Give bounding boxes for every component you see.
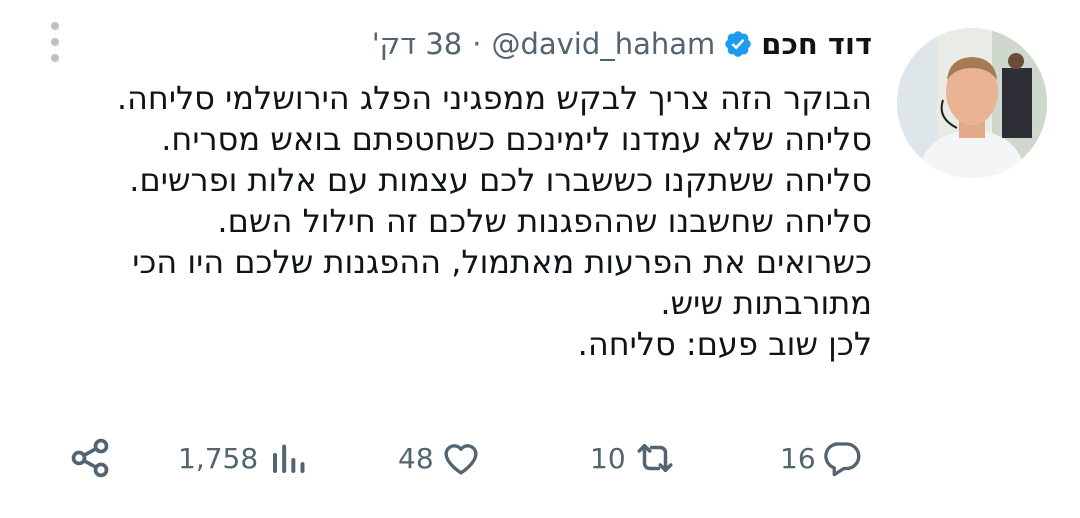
- avatar[interactable]: [897, 28, 1047, 178]
- tweet-time[interactable]: 38 דק': [372, 27, 463, 61]
- more-options-icon[interactable]: [44, 22, 66, 62]
- tweet-line: מתורבתות שיש.: [660, 284, 872, 322]
- tweet-line: סליחה שלא עמדנו לימינכם כשחטפתם בואש מסר…: [161, 120, 872, 158]
- share-icon: [68, 436, 112, 480]
- retweet-count: 10: [590, 441, 626, 475]
- tweet-line: סליחה שחשבנו שההפגנות שלכם זה חילול השם.: [217, 202, 872, 240]
- verified-badge-icon: [723, 29, 753, 59]
- dot: [51, 38, 59, 46]
- views-chart-icon: [268, 437, 308, 479]
- tweet-header: דוד חכם @david_haham · 38 דק': [372, 22, 872, 66]
- reply-count: 16: [780, 441, 816, 475]
- share-button[interactable]: [68, 430, 112, 486]
- tweet-text: הבוקר הזה צריך לבקש ממפגיני הפלג הירושלמ…: [72, 78, 872, 365]
- reply-button[interactable]: 16: [780, 430, 864, 486]
- dot: [51, 54, 59, 62]
- heart-icon: [440, 437, 482, 479]
- reply-icon: [822, 437, 864, 479]
- tweet-line: סליחה ששתקנו כששברו לכם עצמות עם אלות ופ…: [129, 161, 872, 199]
- author-handle[interactable]: @david_haham: [491, 27, 715, 61]
- separator-dot: ·: [472, 27, 482, 61]
- views-button[interactable]: 1,758: [178, 430, 308, 486]
- tweet-line: כשרואים את הפרעות מאתמול, ההפגנות שלכם ה…: [132, 243, 872, 281]
- views-count: 1,758: [178, 441, 259, 475]
- retweet-icon: [630, 437, 680, 479]
- like-button[interactable]: 48: [398, 430, 482, 486]
- tweet-line: לכן שוב פעם: סליחה.: [577, 325, 872, 363]
- tweet-line: הבוקר הזה צריך לבקש ממפגיני הפלג הירושלמ…: [116, 79, 872, 117]
- tweet-card[interactable]: דוד חכם @david_haham · 38 דק' הבוקר הזה …: [0, 0, 1080, 518]
- tweet-actions: 16 10 48 1,758: [0, 430, 1080, 486]
- dot: [51, 22, 59, 30]
- like-count: 48: [398, 441, 434, 475]
- retweet-button[interactable]: 10: [590, 430, 680, 486]
- author-name[interactable]: דוד חכם: [761, 27, 872, 61]
